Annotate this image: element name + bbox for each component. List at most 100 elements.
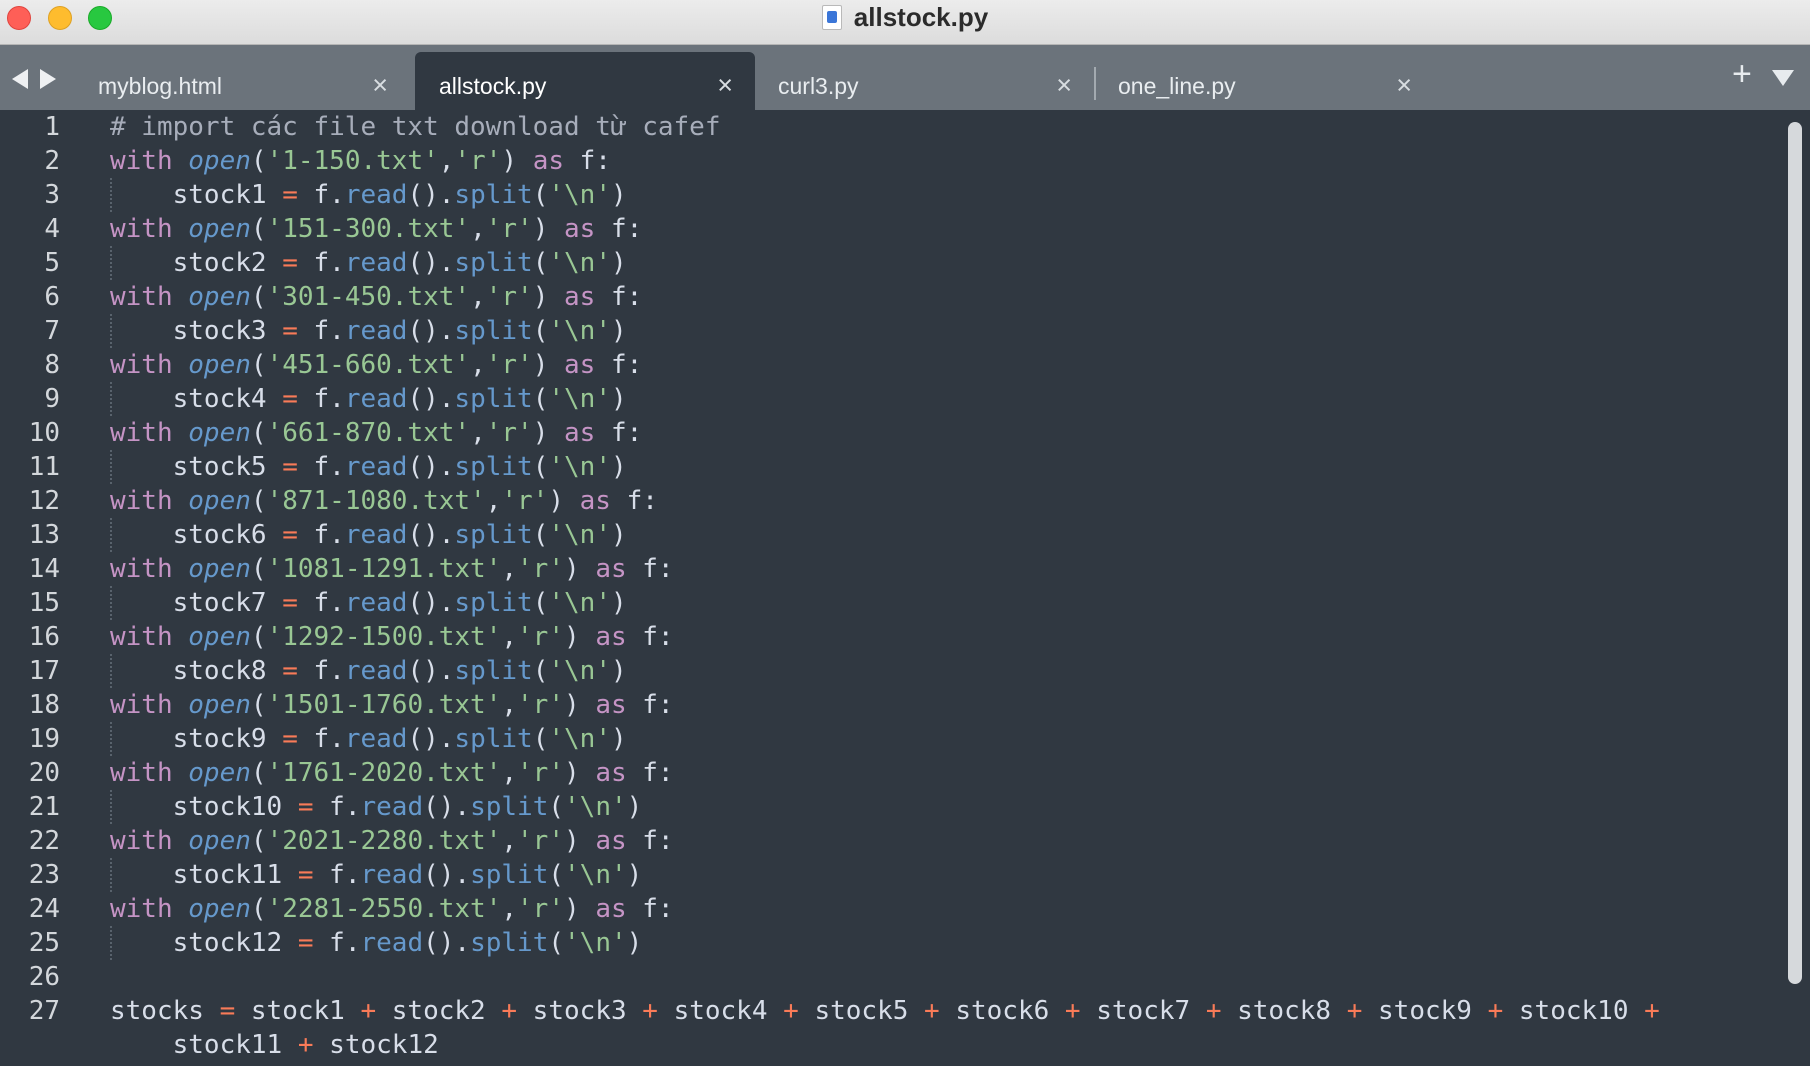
variable-name: stock12 <box>172 928 283 958</box>
keyword-with: with <box>110 826 173 856</box>
variable-name: stock11 <box>172 860 283 890</box>
variable-name: stock9 <box>1378 996 1472 1026</box>
code-line: stock12 = f.read().split('\n') <box>110 926 642 960</box>
line-number: 19 <box>28 724 60 754</box>
file-handle: f: <box>626 622 674 652</box>
string-newline: '\n' <box>548 180 611 210</box>
punct: (). <box>407 248 455 278</box>
code-editor[interactable]: 1 2 3 4 5 6 7 8 9 10 11 12 13 14 15 16 17 18 19 20 21 22 23 24 2… <box>0 110 1810 1066</box>
tab-myblog-html[interactable]: myblog.html × <box>74 52 410 110</box>
vertical-scrollbar[interactable] <box>1788 122 1802 984</box>
punct: ( <box>532 656 549 686</box>
string-newline: '\n' <box>548 452 611 482</box>
operator-plus: + <box>297 1030 314 1060</box>
punct: , <box>470 282 486 312</box>
keyword-with: with <box>110 690 173 720</box>
operator-assign: = <box>297 860 314 890</box>
keyword-as: as <box>595 894 627 924</box>
string-mode: 'r' <box>454 146 502 176</box>
code-line: with open('1501-1760.txt','r') as f: <box>110 688 674 722</box>
keyword-as: as <box>595 554 627 584</box>
indent-guide <box>110 314 112 348</box>
function-open: open <box>188 214 251 244</box>
string-mode: 'r' <box>517 690 564 720</box>
title-bar: allstock.py <box>0 0 1810 45</box>
line-number: 6 <box>44 282 60 312</box>
operator-plus: + <box>924 996 940 1026</box>
line-number: 14 <box>28 554 60 584</box>
tab-one-line-py[interactable]: one_line.py × <box>1094 52 1434 110</box>
file-handle: f: <box>626 758 674 788</box>
tab-allstock-py[interactable]: allstock.py × <box>415 52 755 110</box>
file-handle: f: <box>595 418 643 448</box>
punct: ) <box>532 418 564 448</box>
file-handle: f: <box>626 554 674 584</box>
variable-name: stock12 <box>329 1030 439 1060</box>
keyword-with: with <box>110 554 173 584</box>
punct: , <box>470 418 486 448</box>
indent-guide <box>110 722 112 756</box>
function-open: open <box>188 554 251 584</box>
variable-name: stock4 <box>172 384 267 414</box>
operator-assign: = <box>282 520 298 550</box>
string-newline: '\n' <box>548 520 611 550</box>
file-handle: f: <box>595 282 643 312</box>
punct: (). <box>407 588 455 618</box>
method-split: split <box>454 248 533 278</box>
punct: ) <box>626 860 643 890</box>
punct: ( <box>250 418 267 448</box>
operator-assign: = <box>219 996 236 1026</box>
method-read: read <box>344 384 408 414</box>
method-split: split <box>454 724 533 754</box>
code-area[interactable]: # import các file txt download từ cafef w… <box>110 110 1770 1066</box>
variable-name: stock1 <box>250 996 345 1026</box>
tab-close-icon[interactable]: × <box>372 70 388 101</box>
variable-name: stock9 <box>172 724 267 754</box>
code-line: with open('2281-2550.txt','r') as f: <box>110 892 674 926</box>
punct: , <box>501 690 518 720</box>
keyword-as: as <box>564 214 596 244</box>
line-number: 9 <box>44 384 60 414</box>
line-number: 15 <box>28 588 60 618</box>
keyword-with: with <box>110 758 173 788</box>
punct: , <box>470 350 486 380</box>
function-open: open <box>188 690 251 720</box>
tab-scroll-left-icon[interactable] <box>12 69 28 89</box>
operator-assign: = <box>297 928 314 958</box>
tab-close-icon[interactable]: × <box>1396 70 1412 101</box>
string-mode: 'r' <box>517 826 564 856</box>
punct: (). <box>407 724 455 754</box>
punct: ( <box>250 894 267 924</box>
tab-scroll-right-icon[interactable] <box>40 69 56 89</box>
tab-menu-chevron-down-icon[interactable] <box>1772 70 1794 86</box>
method-split: split <box>454 384 533 414</box>
punct: ( <box>548 792 565 822</box>
punct: (). <box>407 520 455 550</box>
tab-close-icon[interactable]: × <box>717 70 733 101</box>
function-open: open <box>188 350 251 380</box>
punct: , <box>501 826 518 856</box>
string-filename: '1081-1291.txt' <box>266 554 502 584</box>
operator-assign: = <box>282 316 298 346</box>
operator-assign: = <box>282 452 298 482</box>
variable-name: stock10 <box>172 792 283 822</box>
method-read: read <box>344 724 408 754</box>
tab-close-icon[interactable]: × <box>1056 70 1072 101</box>
method-read: read <box>360 792 424 822</box>
code-line: # import các file txt download từ cafef <box>110 110 720 144</box>
file-handle: f. <box>313 452 345 482</box>
line-number: 4 <box>44 214 60 244</box>
punct: ) <box>626 792 643 822</box>
file-handle: f. <box>329 792 361 822</box>
tab-curl3-py[interactable]: curl3.py × <box>754 52 1094 110</box>
method-split: split <box>454 520 533 550</box>
new-tab-plus-icon[interactable]: + <box>1732 55 1752 94</box>
method-read: read <box>360 928 424 958</box>
punct: ) <box>532 214 564 244</box>
tab-label: one_line.py <box>1118 73 1236 99</box>
tab-label: myblog.html <box>98 73 222 99</box>
line-number: 13 <box>28 520 60 550</box>
method-split: split <box>454 180 533 210</box>
